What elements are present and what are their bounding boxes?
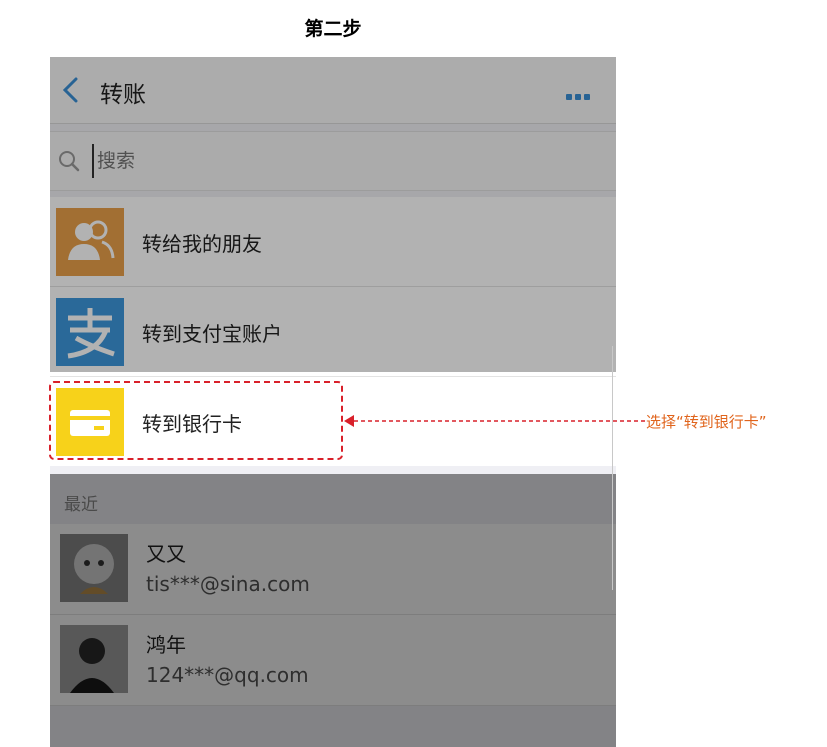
dim-overlay-bottom (50, 474, 616, 747)
step-title: 第二步 (304, 18, 362, 40)
annotation-label: 选择“转到银行卡” (646, 413, 767, 431)
dim-overlay-edge (612, 346, 617, 590)
dim-overlay-top (50, 57, 616, 372)
pointer-arrow-icon (344, 415, 646, 427)
highlight-box (49, 381, 343, 460)
